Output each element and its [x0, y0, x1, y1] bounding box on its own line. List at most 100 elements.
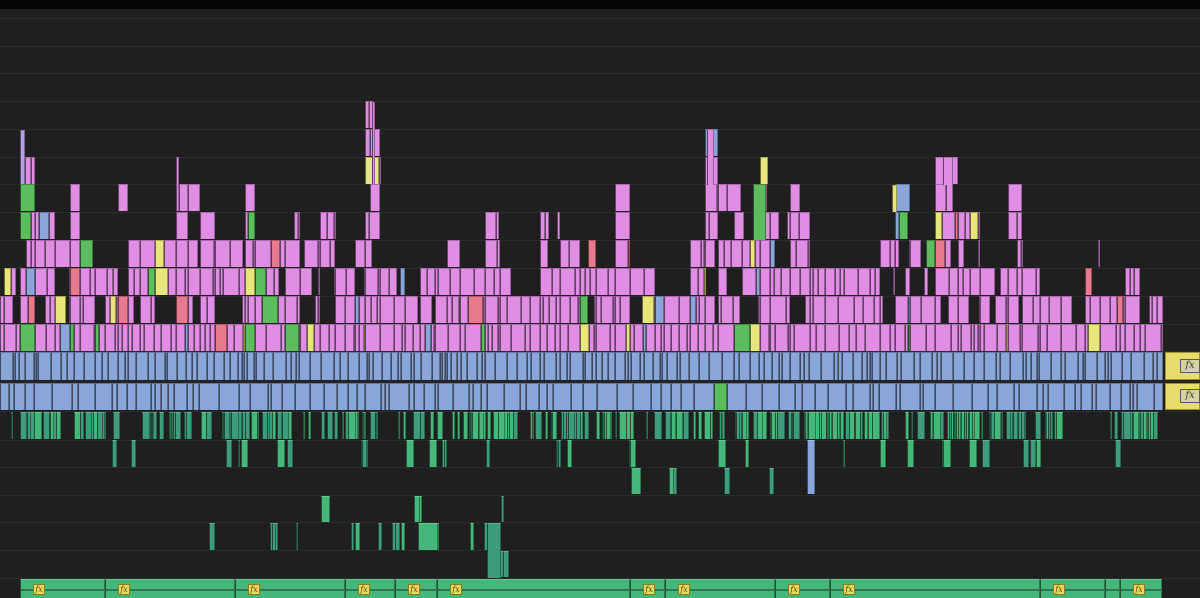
video-clip[interactable]: [140, 296, 151, 323]
music-clip[interactable]: fx: [630, 579, 665, 598]
video-clip[interactable]: [118, 184, 128, 211]
video-clip[interactable]: [679, 296, 690, 323]
audio-clip-a1[interactable]: [694, 383, 714, 410]
audio-clip[interactable]: [175, 412, 181, 439]
video-clip[interactable]: [844, 268, 858, 295]
video-clip[interactable]: [718, 184, 727, 211]
video-clip[interactable]: [413, 324, 420, 351]
video-clip[interactable]: [1008, 324, 1020, 351]
video-clip[interactable]: [47, 268, 55, 295]
audio-clip[interactable]: [552, 412, 557, 439]
video-clip[interactable]: [704, 268, 706, 295]
video-clip-v1[interactable]: [432, 352, 440, 380]
audio-clip[interactable]: [272, 523, 276, 550]
video-clip[interactable]: [608, 268, 615, 295]
video-clip[interactable]: [500, 268, 511, 295]
audio-clip[interactable]: [907, 440, 914, 467]
audio-clip-a1[interactable]: [779, 383, 795, 410]
audio-clip[interactable]: [34, 412, 42, 439]
video-clip[interactable]: [80, 240, 93, 267]
video-clip[interactable]: [60, 324, 70, 351]
audio-clip[interactable]: [159, 412, 164, 439]
video-clip[interactable]: [245, 184, 255, 211]
video-clip[interactable]: [560, 240, 569, 267]
video-clip[interactable]: [880, 324, 890, 351]
video-clip[interactable]: [200, 212, 215, 239]
video-clip[interactable]: [70, 184, 80, 211]
video-clip[interactable]: [760, 157, 768, 184]
video-clip[interactable]: [154, 324, 161, 351]
audio-clip[interactable]: [321, 496, 330, 522]
video-clip-v1[interactable]: [608, 352, 615, 380]
video-clip[interactable]: [570, 296, 578, 323]
video-clip[interactable]: [858, 268, 870, 295]
video-clip[interactable]: [863, 296, 874, 323]
video-clip[interactable]: [690, 240, 701, 267]
video-clip[interactable]: [935, 240, 945, 267]
video-clip[interactable]: [705, 240, 715, 267]
video-clip-v1[interactable]: [136, 352, 148, 380]
video-clip[interactable]: [854, 296, 863, 323]
video-clip[interactable]: [1021, 240, 1023, 267]
audio-clip-a1[interactable]: [14, 383, 25, 410]
video-clip[interactable]: [949, 268, 958, 295]
video-clip[interactable]: [200, 296, 207, 323]
video-clip[interactable]: [447, 240, 460, 267]
music-clip[interactable]: fx: [395, 579, 437, 598]
video-clip[interactable]: [380, 268, 389, 295]
audio-clip-a1[interactable]: [239, 383, 250, 410]
video-clip[interactable]: [935, 324, 951, 351]
video-clip-v1[interactable]: [38, 352, 51, 380]
video-clip-v1[interactable]: [264, 352, 273, 380]
video-clip[interactable]: [978, 212, 980, 239]
video-clip-v1[interactable]: [0, 352, 13, 380]
video-clip[interactable]: [230, 240, 243, 267]
audio-clip-a1[interactable]: [1121, 383, 1130, 410]
video-clip[interactable]: [1008, 212, 1017, 239]
audio-clip[interactable]: [630, 440, 636, 467]
video-clip[interactable]: [634, 324, 643, 351]
audio-clip[interactable]: [503, 551, 509, 577]
video-clip-v1[interactable]: [177, 352, 186, 380]
audio-clip-a1[interactable]: [0, 383, 9, 410]
audio-clip[interactable]: [398, 412, 400, 439]
video-clip[interactable]: [1022, 324, 1038, 351]
audio-clip[interactable]: [933, 412, 941, 439]
video-clip[interactable]: [318, 296, 320, 323]
video-clip-v1[interactable]: [544, 352, 556, 380]
audio-clip[interactable]: [829, 412, 832, 439]
audio-clip[interactable]: [1045, 412, 1047, 439]
video-clip[interactable]: [1090, 296, 1100, 323]
video-clip[interactable]: [750, 324, 760, 351]
audio-clip[interactable]: [113, 412, 120, 439]
video-clip-v1[interactable]: [920, 352, 932, 380]
video-clip[interactable]: [760, 296, 770, 323]
audio-clip[interactable]: [545, 412, 548, 439]
audio-clip[interactable]: [535, 412, 542, 439]
audio-clip[interactable]: [152, 412, 154, 439]
video-clip-v1[interactable]: [148, 352, 155, 380]
video-clip-v1[interactable]: [941, 352, 953, 380]
video-clip[interactable]: [742, 268, 756, 295]
video-clip[interactable]: [970, 212, 978, 239]
video-clip-v1[interactable]: [1010, 352, 1023, 380]
video-clip-v1[interactable]: [485, 352, 495, 380]
video-clip-v1[interactable]: [414, 352, 421, 380]
audio-clip[interactable]: [777, 412, 785, 439]
video-clip[interactable]: [355, 240, 365, 267]
audio-clip[interactable]: [20, 412, 27, 439]
video-clip[interactable]: [980, 268, 995, 295]
audio-clip[interactable]: [308, 412, 311, 439]
video-clip-v1[interactable]: [901, 352, 914, 380]
audio-clip-a1[interactable]: [661, 383, 671, 410]
audio-clip-a1[interactable]: [923, 383, 935, 410]
video-clip-v1[interactable]: [108, 352, 118, 380]
video-clip[interactable]: [372, 102, 375, 184]
video-clip[interactable]: [705, 324, 713, 351]
video-clip[interactable]: [285, 240, 300, 267]
video-clip[interactable]: [151, 296, 155, 323]
video-clip[interactable]: [705, 296, 715, 323]
video-clip[interactable]: [365, 324, 380, 351]
video-clip[interactable]: [924, 268, 928, 295]
audio-clip[interactable]: [943, 440, 951, 467]
